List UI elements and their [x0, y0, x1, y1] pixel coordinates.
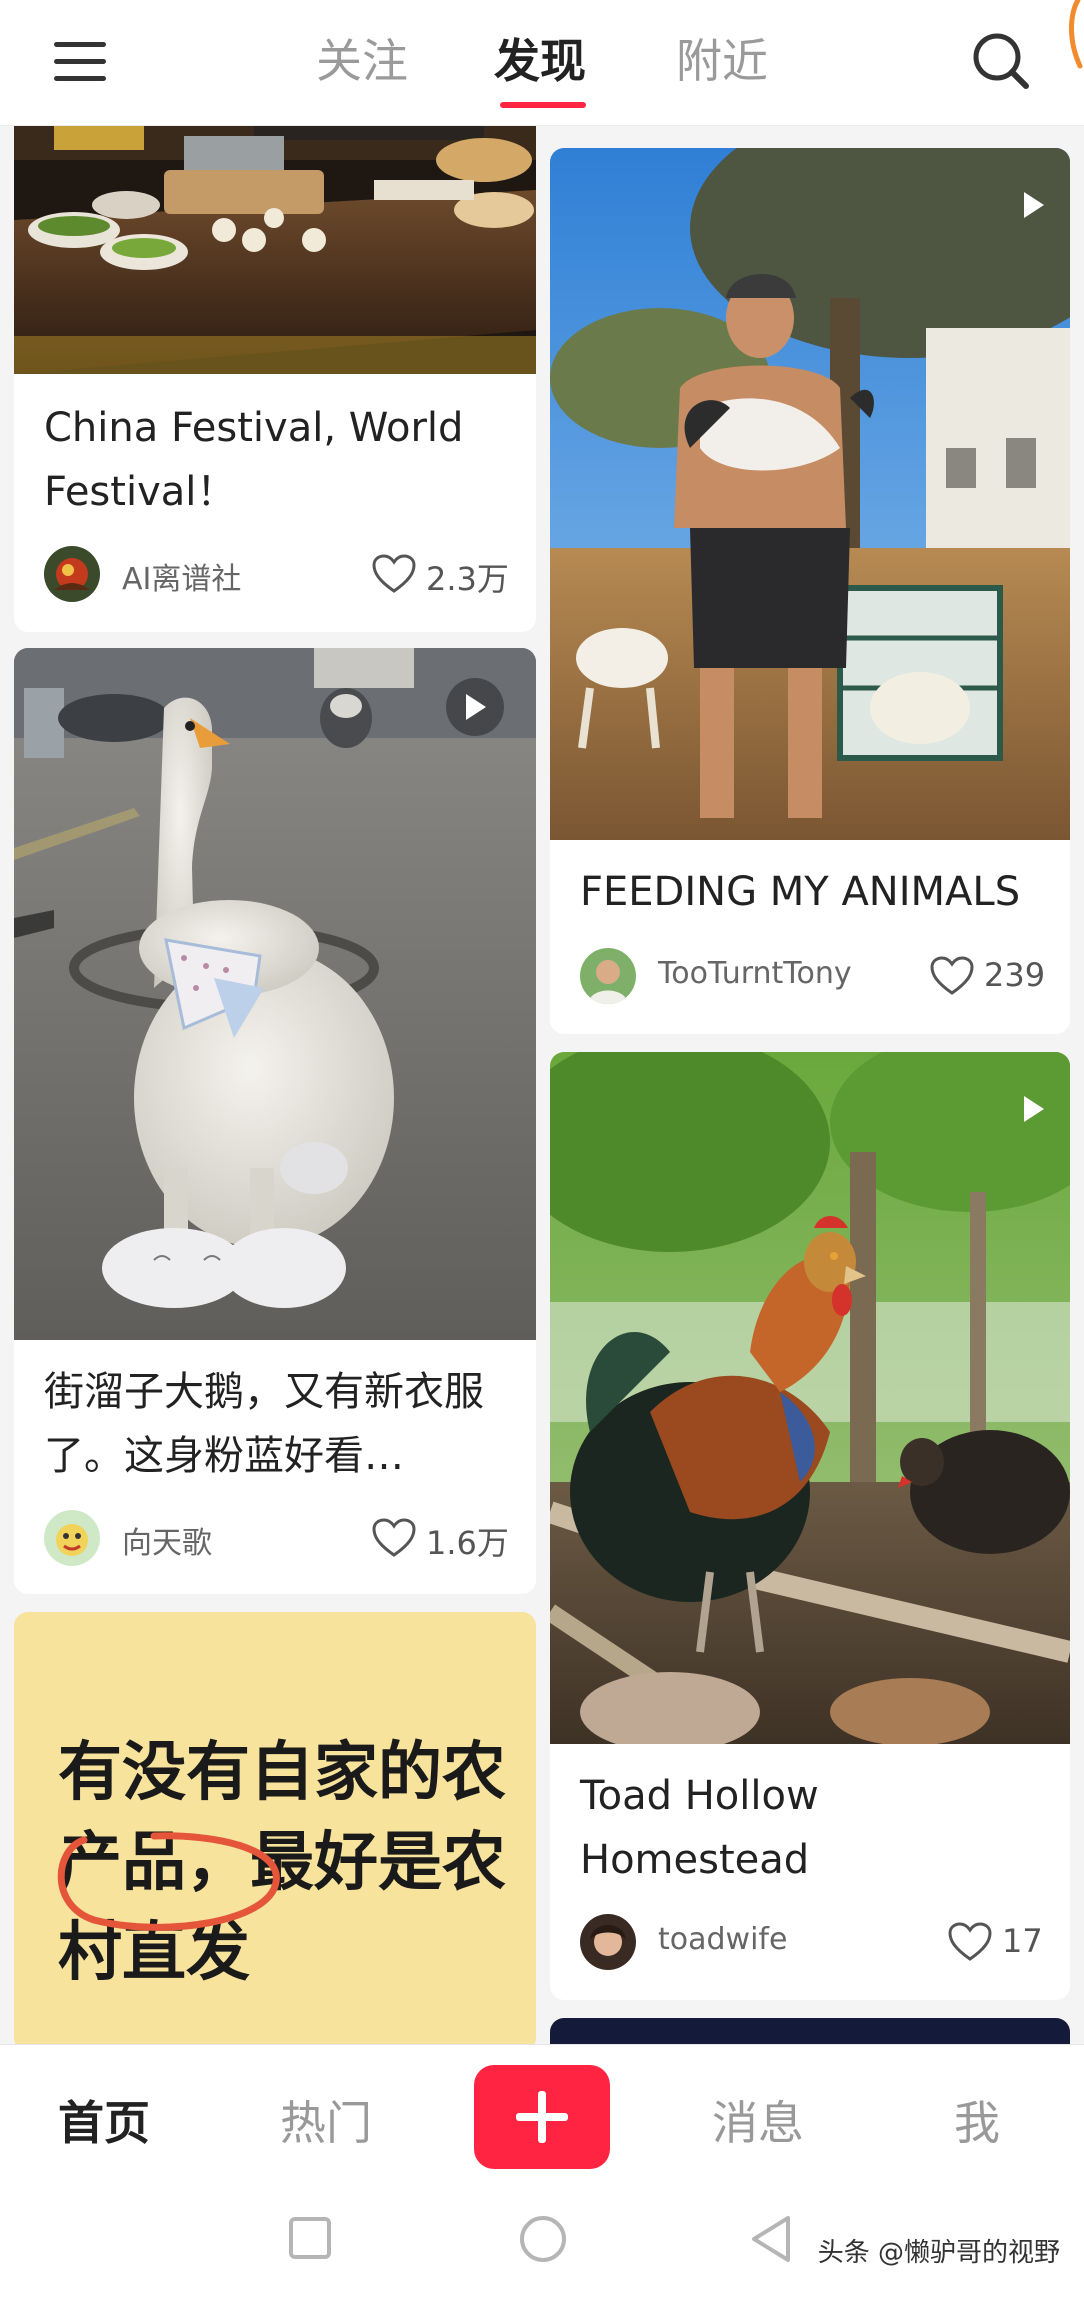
author-name[interactable]: TooTurntTony — [658, 956, 852, 991]
card-author-row: 向天歌 1.6万 — [44, 1510, 509, 1566]
like-count: 1.6万 — [426, 1524, 509, 1562]
like-button[interactable]: 239 — [930, 954, 1045, 998]
card-title: 街溜子大鹅，又有新衣服了。这身粉蓝好看… — [44, 1369, 484, 1479]
card-author-row: toadwife 17 — [580, 1914, 1043, 1970]
card-title: Toad Hollow Homestead — [580, 1773, 819, 1883]
circle-icon[interactable] — [518, 2214, 568, 2264]
like-button[interactable]: 2.3万 — [372, 552, 509, 598]
square-icon[interactable] — [288, 2216, 332, 2260]
like-button[interactable]: 1.6万 — [372, 1516, 509, 1562]
system-nav-bar: 头条 @懒驴哥的视野 — [0, 2184, 1084, 2298]
nav-me[interactable]: 我 — [954, 2087, 1000, 2153]
like-count: 17 — [1002, 1922, 1043, 1960]
like-count: 239 — [984, 956, 1046, 994]
author-name[interactable]: 向天歌 — [122, 1518, 212, 1562]
feed-card[interactable]: China Festival, World Festival！ AI离谱社 2.… — [14, 100, 536, 632]
avatar[interactable] — [44, 1510, 100, 1566]
nav-hot[interactable]: 热门 — [280, 2087, 372, 2153]
search-icon[interactable] — [970, 30, 1032, 92]
tab-follow[interactable]: 关注 — [316, 28, 408, 98]
menu-icon[interactable] — [52, 38, 108, 86]
plus-icon[interactable] — [474, 2065, 610, 2169]
card-title: China Festival, World Festival！ — [44, 405, 464, 515]
video-play-icon — [1004, 1080, 1062, 1138]
heart-icon — [948, 1922, 992, 1961]
heart-icon — [372, 1518, 416, 1557]
like-button[interactable]: 17 — [948, 1920, 1043, 1964]
feed-card[interactable]: Toad Hollow Homestead toadwife 17 — [550, 1052, 1070, 2000]
card-cover-image — [550, 148, 1070, 840]
nav-messages[interactable]: 消息 — [712, 2087, 804, 2153]
heart-icon — [930, 956, 974, 995]
back-triangle-icon[interactable] — [748, 2214, 794, 2264]
watermark: 头条 @懒驴哥的视野 — [817, 2238, 1060, 2268]
feed-card[interactable]: 街溜子大鹅，又有新衣服了。这身粉蓝好看… 向天歌 1.6万 — [14, 648, 536, 1594]
active-tab-indicator — [500, 102, 586, 108]
heart-icon — [372, 554, 416, 593]
video-play-icon — [1004, 176, 1062, 234]
hand-drawn-circle-mark — [57, 1832, 280, 1931]
orange-stroke-mark — [1069, 0, 1083, 69]
avatar[interactable] — [44, 546, 100, 602]
card-author-row: TooTurntTony 239 — [580, 948, 1045, 1004]
tab-nearby[interactable]: 附近 — [676, 28, 768, 98]
top-bar: 关注 发现 附近 — [0, 0, 1084, 126]
video-play-icon — [446, 678, 504, 736]
avatar[interactable] — [580, 948, 636, 1004]
author-name[interactable]: AI离谱社 — [122, 554, 241, 598]
card-title: FEEDING MY ANIMALS — [580, 869, 1021, 915]
card-cover-image — [14, 648, 536, 1340]
like-count: 2.3万 — [426, 560, 509, 598]
feed-card[interactable]: 有没有自家的农产品，最好是农村直发 — [14, 1612, 536, 2052]
tab-discover[interactable]: 发现 — [494, 28, 586, 98]
avatar[interactable] — [580, 1914, 636, 1970]
nav-home[interactable]: 首页 — [58, 2087, 150, 2153]
bottom-nav: 首页 热门 消息 我 — [0, 2044, 1084, 2184]
feed-card[interactable]: FEEDING MY ANIMALS TooTurntTony 239 — [550, 148, 1070, 1034]
card-cover-image — [14, 100, 536, 374]
card-cover-image — [550, 1052, 1070, 1744]
author-name[interactable]: toadwife — [658, 1922, 787, 1957]
card-author-row: AI离谱社 2.3万 — [44, 546, 509, 602]
